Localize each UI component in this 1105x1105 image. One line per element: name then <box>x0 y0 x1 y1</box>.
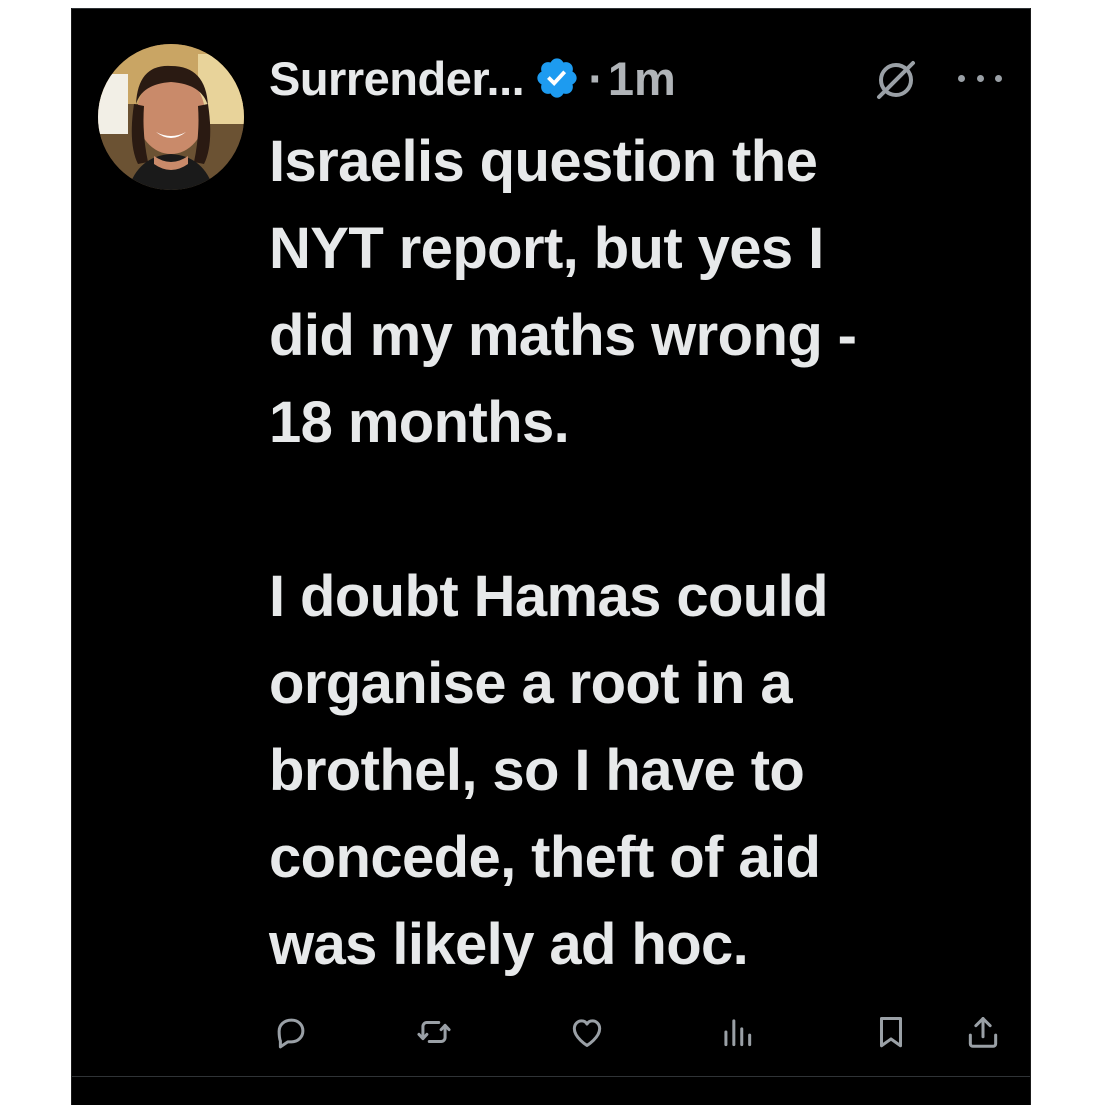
tweet-line: concede, theft of aid <box>269 825 821 890</box>
verified-badge-icon[interactable] <box>534 55 580 101</box>
bookmark-icon[interactable] <box>869 1010 913 1054</box>
time-separator: · <box>588 51 604 105</box>
tweet-line: brothel, so I have to <box>269 738 805 803</box>
display-name[interactable]: Surrender... <box>269 51 525 106</box>
tweet-line: Israelis question the <box>269 129 818 194</box>
repost-icon[interactable] <box>412 1010 456 1054</box>
bottom-divider <box>72 1076 1030 1077</box>
timestamp[interactable]: 1m <box>608 51 676 106</box>
grok-icon[interactable] <box>872 56 920 104</box>
tweet-line: did my maths wrong - <box>269 303 857 368</box>
tweet-line: NYT report, but yes I <box>269 216 824 281</box>
avatar-photo <box>98 44 244 190</box>
tweet-actions <box>269 1010 1011 1060</box>
views-icon[interactable] <box>715 1010 759 1054</box>
tweet-line: 18 months. <box>269 390 570 455</box>
tweet-paragraph: Israelis question the NYT report, but ye… <box>269 118 1009 466</box>
tweet-text: Israelis question the NYT report, but ye… <box>269 118 1009 988</box>
tweet-paragraph: I doubt Hamas could organise a root in a… <box>269 553 1009 988</box>
tweet-line: organise a root in a <box>269 651 793 716</box>
like-icon[interactable] <box>565 1010 609 1054</box>
tweet-screen: Surrender... · 1m Israelis question the … <box>71 8 1031 1105</box>
tweet-header: Surrender... · 1m <box>269 46 676 110</box>
reply-icon[interactable] <box>269 1010 313 1054</box>
tweet-line: I doubt Hamas could <box>269 564 829 629</box>
more-dot <box>995 74 1002 82</box>
tweet-line: was likely ad hoc. <box>269 912 749 977</box>
share-icon[interactable] <box>961 1010 1005 1054</box>
top-divider <box>72 8 1030 9</box>
avatar[interactable] <box>98 44 244 190</box>
more-dot <box>976 74 984 82</box>
more-dot <box>958 74 965 82</box>
more-options-icon[interactable] <box>958 60 1002 96</box>
